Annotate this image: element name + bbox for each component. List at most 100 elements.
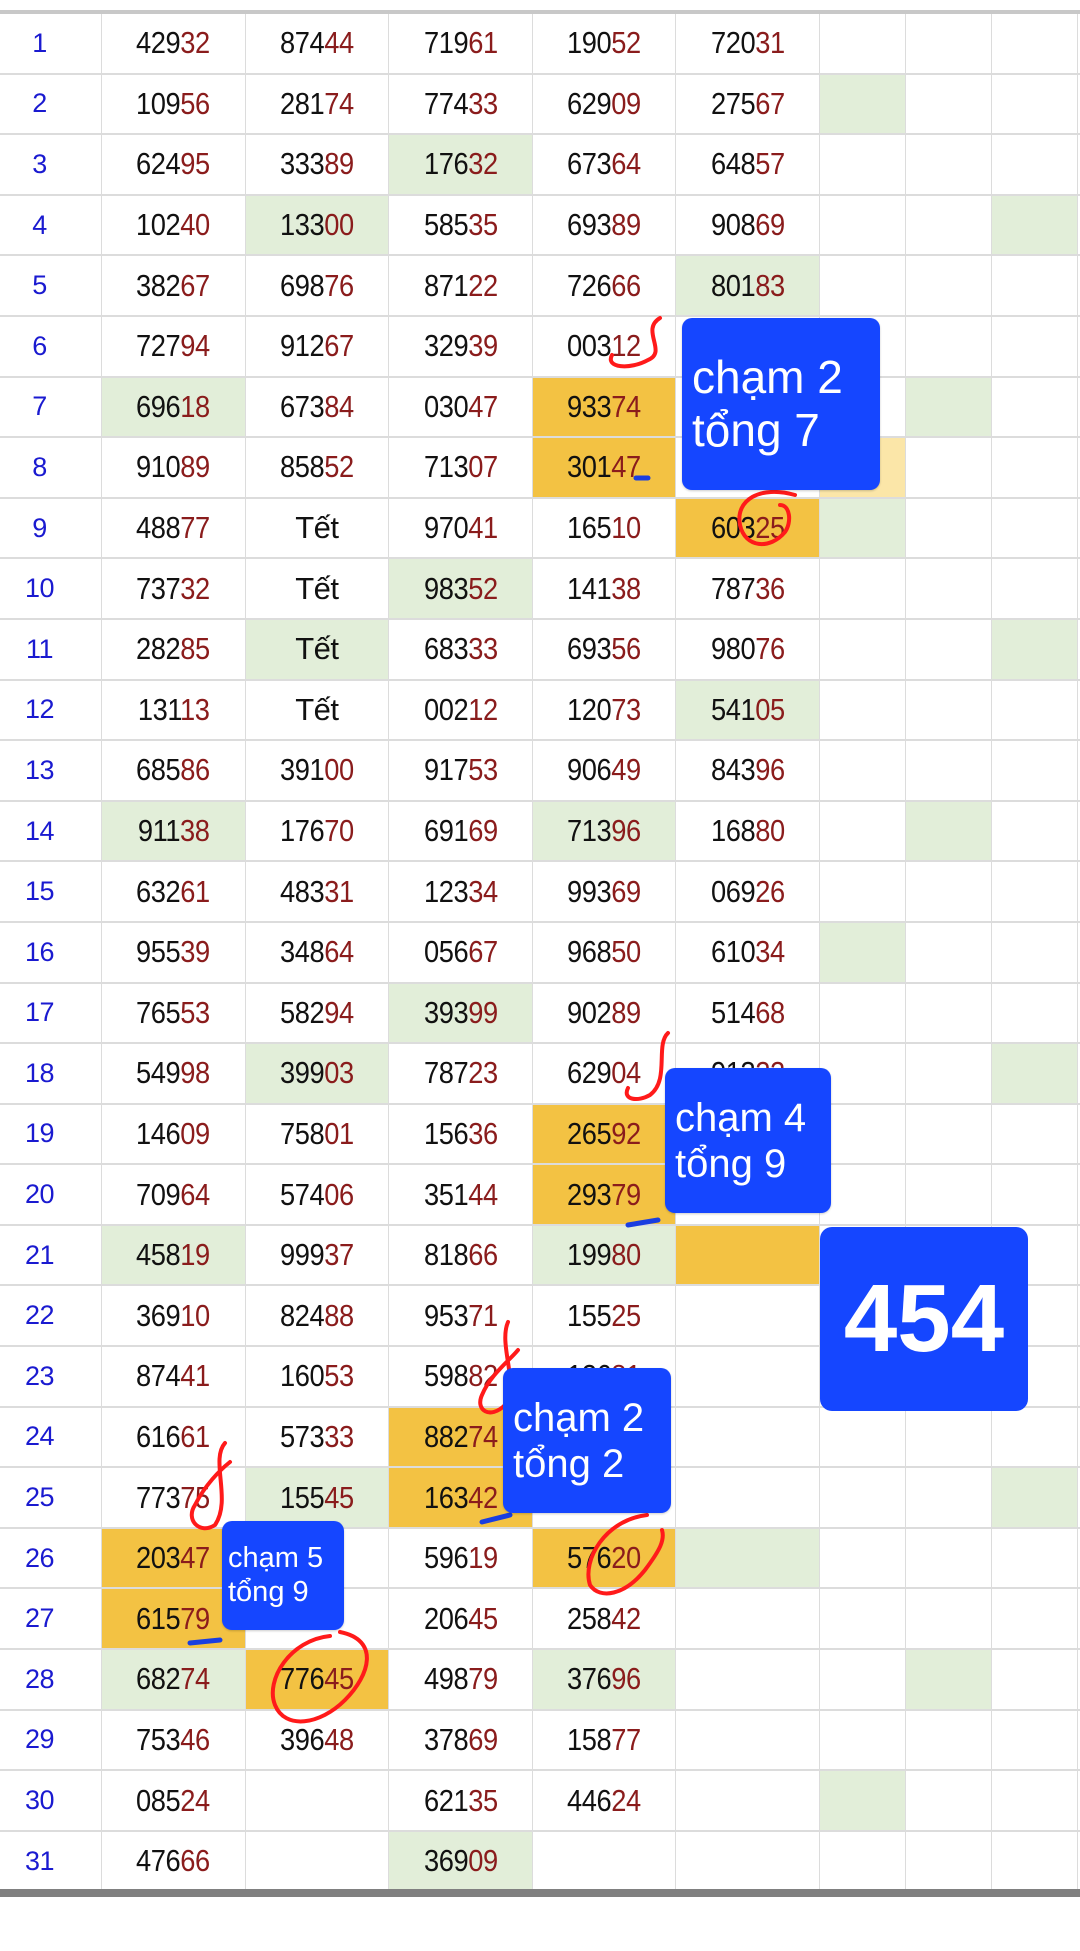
table-cell[interactable]: 13113 bbox=[102, 680, 246, 740]
table-cell[interactable]: 90869 bbox=[676, 195, 820, 255]
table-cell[interactable]: 00312 bbox=[533, 316, 677, 376]
row-number[interactable]: 14 bbox=[0, 801, 102, 861]
table-cell[interactable] bbox=[820, 1044, 906, 1103]
table-cell[interactable] bbox=[820, 1710, 906, 1770]
table-cell[interactable] bbox=[820, 801, 906, 861]
table-cell[interactable] bbox=[676, 1831, 820, 1891]
row-number[interactable]: 29 bbox=[0, 1710, 102, 1770]
table-cell[interactable]: 87441 bbox=[102, 1347, 246, 1406]
table-cell[interactable] bbox=[906, 256, 992, 315]
table-cell[interactable] bbox=[820, 1407, 906, 1467]
table-cell[interactable]: 36909 bbox=[389, 1831, 533, 1891]
table-cell[interactable]: 28174 bbox=[246, 74, 390, 134]
table-cell[interactable]: 45819 bbox=[102, 1225, 246, 1285]
table-cell[interactable]: 15525 bbox=[533, 1286, 677, 1346]
table-cell[interactable] bbox=[906, 619, 992, 679]
table-cell[interactable]: 87444 bbox=[246, 14, 390, 73]
row-number[interactable]: 8 bbox=[0, 438, 102, 497]
table-cell[interactable]: 72666 bbox=[533, 256, 677, 315]
table-cell[interactable] bbox=[676, 1650, 820, 1709]
row-number[interactable]: 2 bbox=[0, 74, 102, 134]
table-cell[interactable]: 61661 bbox=[102, 1407, 246, 1467]
table-cell[interactable]: 33389 bbox=[246, 135, 390, 194]
table-cell[interactable] bbox=[820, 135, 906, 194]
table-cell[interactable] bbox=[820, 256, 906, 315]
table-cell[interactable] bbox=[992, 862, 1078, 921]
row-number[interactable]: 20 bbox=[0, 1165, 102, 1224]
table-cell[interactable] bbox=[906, 195, 992, 255]
table-cell[interactable]: 58294 bbox=[246, 983, 390, 1043]
table-cell[interactable]: 96850 bbox=[533, 922, 677, 982]
table-cell[interactable] bbox=[992, 438, 1078, 497]
table-cell[interactable]: 62904 bbox=[533, 1044, 677, 1103]
table-cell[interactable] bbox=[676, 1225, 820, 1285]
table-cell[interactable] bbox=[819, 74, 906, 134]
table-cell[interactable] bbox=[992, 801, 1078, 861]
table-cell[interactable]: 47666 bbox=[102, 1831, 246, 1891]
row-number[interactable]: 27 bbox=[0, 1589, 102, 1649]
table-cell[interactable]: 48877 bbox=[102, 498, 246, 558]
table-cell[interactable]: 42932 bbox=[102, 14, 246, 73]
table-cell[interactable]: 28285 bbox=[102, 619, 246, 679]
table-cell[interactable]: 17632 bbox=[389, 135, 533, 194]
table-cell[interactable]: 06926 bbox=[676, 862, 820, 921]
table-cell[interactable]: 95539 bbox=[102, 922, 246, 982]
table-cell[interactable]: 03047 bbox=[389, 377, 533, 437]
table-cell[interactable]: 39100 bbox=[246, 741, 390, 800]
table-cell[interactable]: 35144 bbox=[389, 1165, 533, 1224]
table-cell[interactable] bbox=[819, 922, 906, 982]
table-cell[interactable]: 12073 bbox=[533, 680, 677, 740]
table-cell[interactable]: 00212 bbox=[389, 680, 533, 740]
table-cell[interactable] bbox=[820, 559, 906, 618]
table-cell[interactable] bbox=[820, 14, 906, 73]
table-cell[interactable] bbox=[992, 14, 1078, 73]
table-cell[interactable] bbox=[906, 498, 992, 558]
row-number[interactable]: 24 bbox=[0, 1407, 102, 1467]
row-number[interactable]: 25 bbox=[0, 1468, 102, 1527]
row-number[interactable]: 11 bbox=[0, 619, 102, 679]
row-number[interactable]: 30 bbox=[0, 1771, 102, 1830]
table-cell[interactable] bbox=[992, 1589, 1078, 1649]
table-cell[interactable]: 78723 bbox=[389, 1044, 533, 1103]
table-cell[interactable]: 57333 bbox=[246, 1407, 390, 1467]
table-cell[interactable] bbox=[992, 680, 1078, 740]
table-cell[interactable]: 81866 bbox=[389, 1225, 533, 1285]
table-cell[interactable]: 13300 bbox=[245, 195, 390, 255]
table-cell[interactable] bbox=[676, 1468, 820, 1527]
table-cell[interactable]: 58535 bbox=[389, 195, 533, 255]
table-cell[interactable] bbox=[992, 74, 1078, 134]
table-cell[interactable] bbox=[992, 741, 1078, 800]
table-cell[interactable]: 19980 bbox=[532, 1225, 677, 1285]
table-cell[interactable]: 82488 bbox=[246, 1286, 390, 1346]
row-number[interactable]: 12 bbox=[0, 680, 102, 740]
table-cell[interactable]: 63261 bbox=[102, 862, 246, 921]
table-cell[interactable]: 15636 bbox=[389, 1104, 533, 1164]
table-cell[interactable]: 49879 bbox=[389, 1650, 533, 1709]
table-cell[interactable] bbox=[992, 1831, 1078, 1891]
table-cell[interactable]: 71961 bbox=[389, 14, 533, 73]
table-cell[interactable] bbox=[906, 316, 992, 376]
table-cell[interactable] bbox=[992, 983, 1078, 1043]
table-cell[interactable] bbox=[820, 1528, 906, 1588]
table-cell[interactable] bbox=[820, 680, 906, 740]
table-cell[interactable]: 60325 bbox=[676, 498, 820, 558]
table-cell[interactable] bbox=[906, 14, 992, 73]
table-cell[interactable]: 91267 bbox=[246, 316, 390, 376]
table-cell[interactable] bbox=[820, 1831, 906, 1891]
table-cell[interactable]: 97041 bbox=[389, 498, 533, 558]
table-cell[interactable] bbox=[820, 195, 906, 255]
table-cell[interactable] bbox=[906, 1104, 992, 1164]
table-cell[interactable]: 69356 bbox=[533, 619, 677, 679]
table-cell[interactable] bbox=[820, 862, 906, 921]
table-cell[interactable]: 30147 bbox=[532, 438, 677, 497]
table-cell[interactable] bbox=[992, 922, 1078, 982]
table-cell[interactable] bbox=[906, 1771, 992, 1830]
table-cell[interactable] bbox=[676, 1710, 820, 1770]
table-cell[interactable] bbox=[905, 801, 992, 861]
table-cell[interactable]: 38267 bbox=[102, 256, 246, 315]
row-number[interactable]: 31 bbox=[0, 1831, 102, 1891]
table-cell[interactable]: 44624 bbox=[533, 1771, 677, 1830]
table-cell[interactable]: 39648 bbox=[246, 1710, 390, 1770]
table-cell[interactable] bbox=[676, 1771, 820, 1830]
table-cell[interactable]: 99937 bbox=[246, 1225, 390, 1285]
